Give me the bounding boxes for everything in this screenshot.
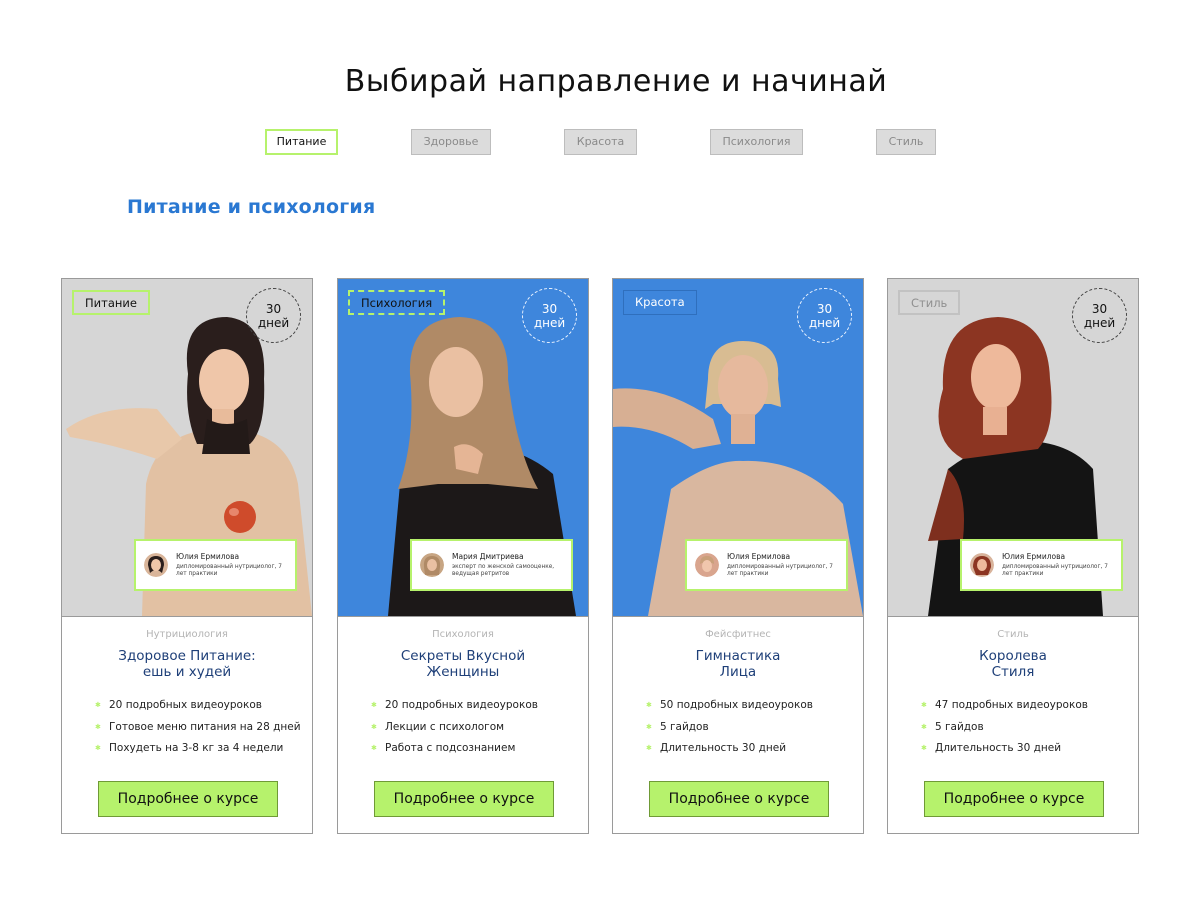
card-hero: Стиль 30 дней Юлия Ермилова дипломирован… [888,279,1138,616]
card-title: Гимнастика Лица [613,648,863,680]
author-name: Юлия Ермилова [176,552,240,561]
filter-tabs: Питание Здоровье Красота Психология Стил… [0,129,1200,155]
course-details-button[interactable]: Подробнее о курсе [649,781,829,817]
card-title-line: Здоровое Питание: [118,648,256,664]
card-hero: Красота 30 дней Юлия Ермилова дипломиров… [613,279,863,616]
card-title-line: Королева [979,648,1047,664]
card-title-line: Секреты Вкусной [400,648,526,664]
card-title-line: Стиля [991,664,1035,680]
tab-nutrition[interactable]: Питание [265,129,338,155]
author-name: Мария Дмитриева [452,552,524,561]
card-title: Королева Стиля [888,648,1138,680]
feature-list: 20 подробных видеоуроков Готовое меню пи… [95,697,301,762]
feature-item: Готовое меню питания на 28 дней [95,719,301,741]
feature-item: Работа с подсознанием [371,740,538,762]
duration-unit: дней [808,315,841,330]
category-tag: Психология [348,290,446,315]
category-tag: Стиль [898,290,961,315]
card-category: Стиль [997,629,1029,640]
feature-item: 5 гайдов [921,719,1088,741]
author-role: дипломированный нутрициолог, 7 лет практ… [176,564,282,577]
card-body: Нутрициология Здоровое Питание: ешь и ху… [62,616,312,833]
feature-item: Похудеть на 3-8 кг за 4 недели [95,740,301,762]
card-category: Фейсфитнес [705,629,771,640]
feature-item: 20 подробных видеоуроков [95,697,301,719]
course-details-button[interactable]: Подробнее о курсе [374,781,554,817]
author-role: эксперт по женской самооценке, ведущая р… [452,564,555,577]
tab-psychology[interactable]: Психология [710,129,803,155]
card-title-line: Женщины [426,664,500,680]
card-title-line: Гимнастика [695,648,781,664]
author-box: Юлия Ермилова дипломированный нутрициоло… [134,539,297,591]
duration-badge: 30 дней [797,288,852,343]
course-card-psychology[interactable]: Психология 30 дней Мария Дмитриева экспе… [337,278,589,834]
course-details-button[interactable]: Подробнее о курсе [98,781,278,817]
card-category: Психология [432,629,494,640]
author-name: Юлия Ермилова [1002,552,1066,561]
author-box: Мария Дмитриева эксперт по женской самоо… [410,539,573,591]
author-name: Юлия Ермилова [727,552,791,561]
card-title: Здоровое Питание: ешь и худей [62,648,312,680]
feature-item: 47 подробных видеоуроков [921,697,1088,719]
duration-unit: дней [1083,315,1116,330]
feature-list: 47 подробных видеоуроков 5 гайдов Длител… [921,697,1088,762]
duration-number: 30 [1091,301,1108,316]
author-avatar [420,553,444,577]
feature-item: 50 подробных видеоуроков [646,697,813,719]
duration-unit: дней [533,315,566,330]
section-title: Питание и психология [127,196,376,218]
duration-number: 30 [541,301,558,316]
card-title-line: Лица [719,664,757,680]
author-role: дипломированный нутрициолог, 7 лет практ… [1002,564,1108,577]
duration-unit: дней [257,315,290,330]
author-avatar [695,553,719,577]
duration-number: 30 [816,301,833,316]
feature-list: 50 подробных видеоуроков 5 гайдов Длител… [646,697,813,762]
duration-badge: 30 дней [522,288,577,343]
page-title: Выбирай направление и начинай [344,64,888,99]
feature-item: Длительность 30 дней [921,740,1088,762]
course-details-button[interactable]: Подробнее о курсе [924,781,1104,817]
card-title-line: ешь и худей [142,664,232,680]
author-box: Юлия Ермилова дипломированный нутрициоло… [685,539,848,591]
card-hero: Психология 30 дней Мария Дмитриева экспе… [338,279,588,616]
card-title: Секреты Вкусной Женщины [338,648,588,680]
feature-item: 20 подробных видеоуроков [371,697,538,719]
course-card-beauty[interactable]: Красота 30 дней Юлия Ермилова дипломиров… [612,278,864,834]
author-box: Юлия Ермилова дипломированный нутрициоло… [960,539,1123,591]
category-tag: Красота [623,290,697,315]
author-avatar [970,553,994,577]
course-card-nutrition[interactable]: Питание 30 дней Юлия Ермилова дипломиров… [61,278,313,834]
feature-item: Длительность 30 дней [646,740,813,762]
card-body: Стиль Королева Стиля 47 подробных видеоу… [888,616,1138,833]
author-role: дипломированный нутрициолог, 7 лет практ… [727,564,833,577]
duration-number: 30 [265,301,282,316]
course-card-style[interactable]: Стиль 30 дней Юлия Ермилова дипломирован… [887,278,1139,834]
tab-style[interactable]: Стиль [876,129,936,155]
card-body: Психология Секреты Вкусной Женщины 20 по… [338,616,588,833]
card-body: Фейсфитнес Гимнастика Лица 50 подробных … [613,616,863,833]
tab-beauty[interactable]: Красота [564,129,637,155]
tab-health[interactable]: Здоровье [411,129,491,155]
duration-badge: 30 дней [246,288,301,343]
feature-item: Лекции с психологом [371,719,538,741]
duration-badge: 30 дней [1072,288,1127,343]
feature-item: 5 гайдов [646,719,813,741]
category-tag: Питание [72,290,150,315]
card-hero: Питание 30 дней Юлия Ермилова дипломиров… [62,279,312,616]
feature-list: 20 подробных видеоуроков Лекции с психол… [371,697,538,762]
author-avatar [144,553,168,577]
card-category: Нутрициология [146,629,228,640]
